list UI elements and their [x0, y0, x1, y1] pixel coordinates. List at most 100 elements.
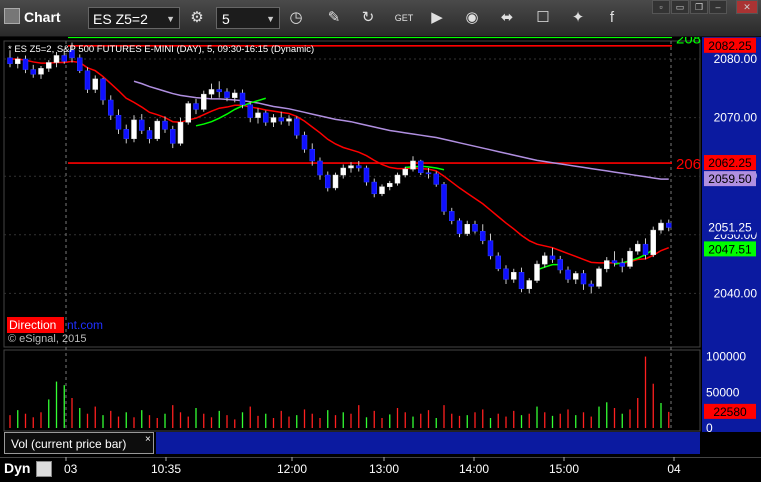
- candle-body: [317, 160, 323, 176]
- price-chart[interactable]: 2080.002070.002060.002050.002040.0020820…: [0, 37, 761, 457]
- candle-body: [534, 263, 540, 281]
- clock-icon[interactable]: ◷: [284, 7, 308, 29]
- candle-body: [170, 129, 176, 144]
- y-tick-label: 2040.00: [714, 286, 758, 300]
- price-plot-area: [3, 40, 701, 348]
- candle-body: [650, 229, 656, 255]
- candle: [332, 172, 339, 191]
- candle-body: [108, 99, 114, 116]
- x-tick-label: 12:00: [277, 462, 307, 476]
- y-tick-label: 2080.00: [714, 52, 758, 66]
- candle-body: [394, 174, 401, 184]
- symbol-chevron-down-icon[interactable]: ▼: [166, 8, 175, 30]
- x-tick-label: 10:35: [151, 462, 181, 476]
- x-tick-label: 15:00: [549, 462, 579, 476]
- candle-body: [22, 58, 29, 70]
- candle-body: [100, 78, 106, 101]
- candle-body: [580, 273, 587, 285]
- window-close-icon[interactable]: ✕: [736, 0, 758, 14]
- get-icon[interactable]: GET: [392, 7, 416, 29]
- candle-body: [46, 62, 52, 69]
- candle-body: [208, 89, 215, 95]
- candle-body: [154, 120, 160, 139]
- volume-study-close-icon[interactable]: ×: [145, 434, 151, 445]
- candle-body: [511, 272, 517, 280]
- window-pin-icon[interactable]: ▫: [652, 0, 670, 14]
- candle-body: [526, 280, 532, 289]
- candle-body: [363, 167, 370, 183]
- candle-body: [77, 57, 83, 71]
- candle-body: [61, 55, 67, 62]
- candle-body: [425, 172, 432, 175]
- symbol-input[interactable]: ES Z5=2 ▼: [88, 7, 180, 29]
- candle-body: [495, 255, 501, 270]
- chart-title: * ES Z5=2, S&P 500 FUTURES E-MINI (DAY),…: [8, 44, 314, 55]
- chart-toolbar: Chart ES Z5=2 ▼ 5 ▼ ⚙ ◷ ✎ ↻ GET ▶ ◉ ⬌ ☐ ✦ f ▫ ▭ ❐ – …: [0, 0, 761, 37]
- candle-body: [7, 57, 13, 64]
- candle-body: [301, 134, 308, 150]
- candle-body: [348, 165, 354, 169]
- window-minimize-icon[interactable]: –: [709, 0, 727, 14]
- candle-body: [619, 262, 625, 267]
- watermark: © eSignal, 2015: [8, 333, 86, 345]
- candle-body: [557, 259, 563, 271]
- branding-suffix: nt.com: [67, 318, 103, 332]
- candle-body: [309, 148, 315, 162]
- candle-body: [131, 119, 137, 139]
- interval-chevron-down-icon[interactable]: ▼: [266, 8, 275, 30]
- candle-body: [177, 122, 184, 144]
- candle: [154, 118, 160, 142]
- candle-body: [340, 167, 346, 176]
- candle-body: [503, 268, 509, 280]
- window-restore-icon[interactable]: ❐: [690, 0, 708, 14]
- candle-body: [642, 243, 649, 255]
- candle-body: [456, 220, 463, 234]
- candle-body: [263, 112, 269, 123]
- candle-body: [542, 255, 548, 265]
- play-icon[interactable]: ▶: [425, 7, 449, 29]
- candle-body: [332, 174, 339, 189]
- price-label: 2047.51: [708, 242, 752, 256]
- x-tick-label: 13:00: [369, 462, 399, 476]
- candle: [596, 266, 602, 289]
- window-title-text: Chart: [24, 9, 61, 25]
- volume-study-label[interactable]: Vol (current price bar): [4, 432, 154, 454]
- comment-icon[interactable]: ☐: [531, 7, 555, 29]
- x-tick-label: 14:00: [459, 462, 489, 476]
- candle-body: [611, 260, 618, 264]
- x-tick-label: 03: [64, 462, 78, 476]
- candle: [84, 67, 91, 93]
- candle-body: [278, 117, 284, 122]
- candle-body: [201, 93, 207, 110]
- pencil-icon[interactable]: ✎: [322, 7, 346, 29]
- candle-body: [356, 165, 362, 169]
- facebook-icon[interactable]: f: [600, 7, 624, 29]
- price-label: 2062.25: [708, 156, 752, 170]
- candle: [185, 101, 191, 125]
- camera-icon[interactable]: ◉: [460, 7, 484, 29]
- candle-body: [162, 120, 168, 130]
- candle-body: [146, 130, 153, 139]
- interval-input[interactable]: 5 ▼: [216, 7, 280, 29]
- candle-body: [294, 118, 300, 136]
- candle-body: [441, 184, 447, 212]
- refresh-icon[interactable]: ↻: [356, 7, 380, 29]
- settings-icon[interactable]: ⚙: [185, 7, 209, 29]
- candle-body: [596, 268, 602, 287]
- candle-body: [433, 173, 439, 185]
- candle-body: [472, 224, 478, 232]
- volume-study-strip: [156, 432, 700, 454]
- symbol-value: ES Z5=2: [93, 11, 148, 27]
- candle-body: [185, 103, 191, 123]
- candle-body: [255, 112, 261, 118]
- candle: [441, 182, 447, 215]
- price-label: 2051.25: [708, 220, 752, 234]
- window-maximize-icon[interactable]: ▭: [671, 0, 689, 14]
- price-label: 2082.25: [708, 39, 752, 53]
- twitter-icon[interactable]: ✦: [566, 7, 590, 29]
- candle-body: [379, 186, 385, 195]
- candle-body: [15, 58, 21, 64]
- candle-body: [84, 70, 91, 90]
- candle: [650, 226, 656, 258]
- link-icon[interactable]: ⬌: [495, 7, 519, 29]
